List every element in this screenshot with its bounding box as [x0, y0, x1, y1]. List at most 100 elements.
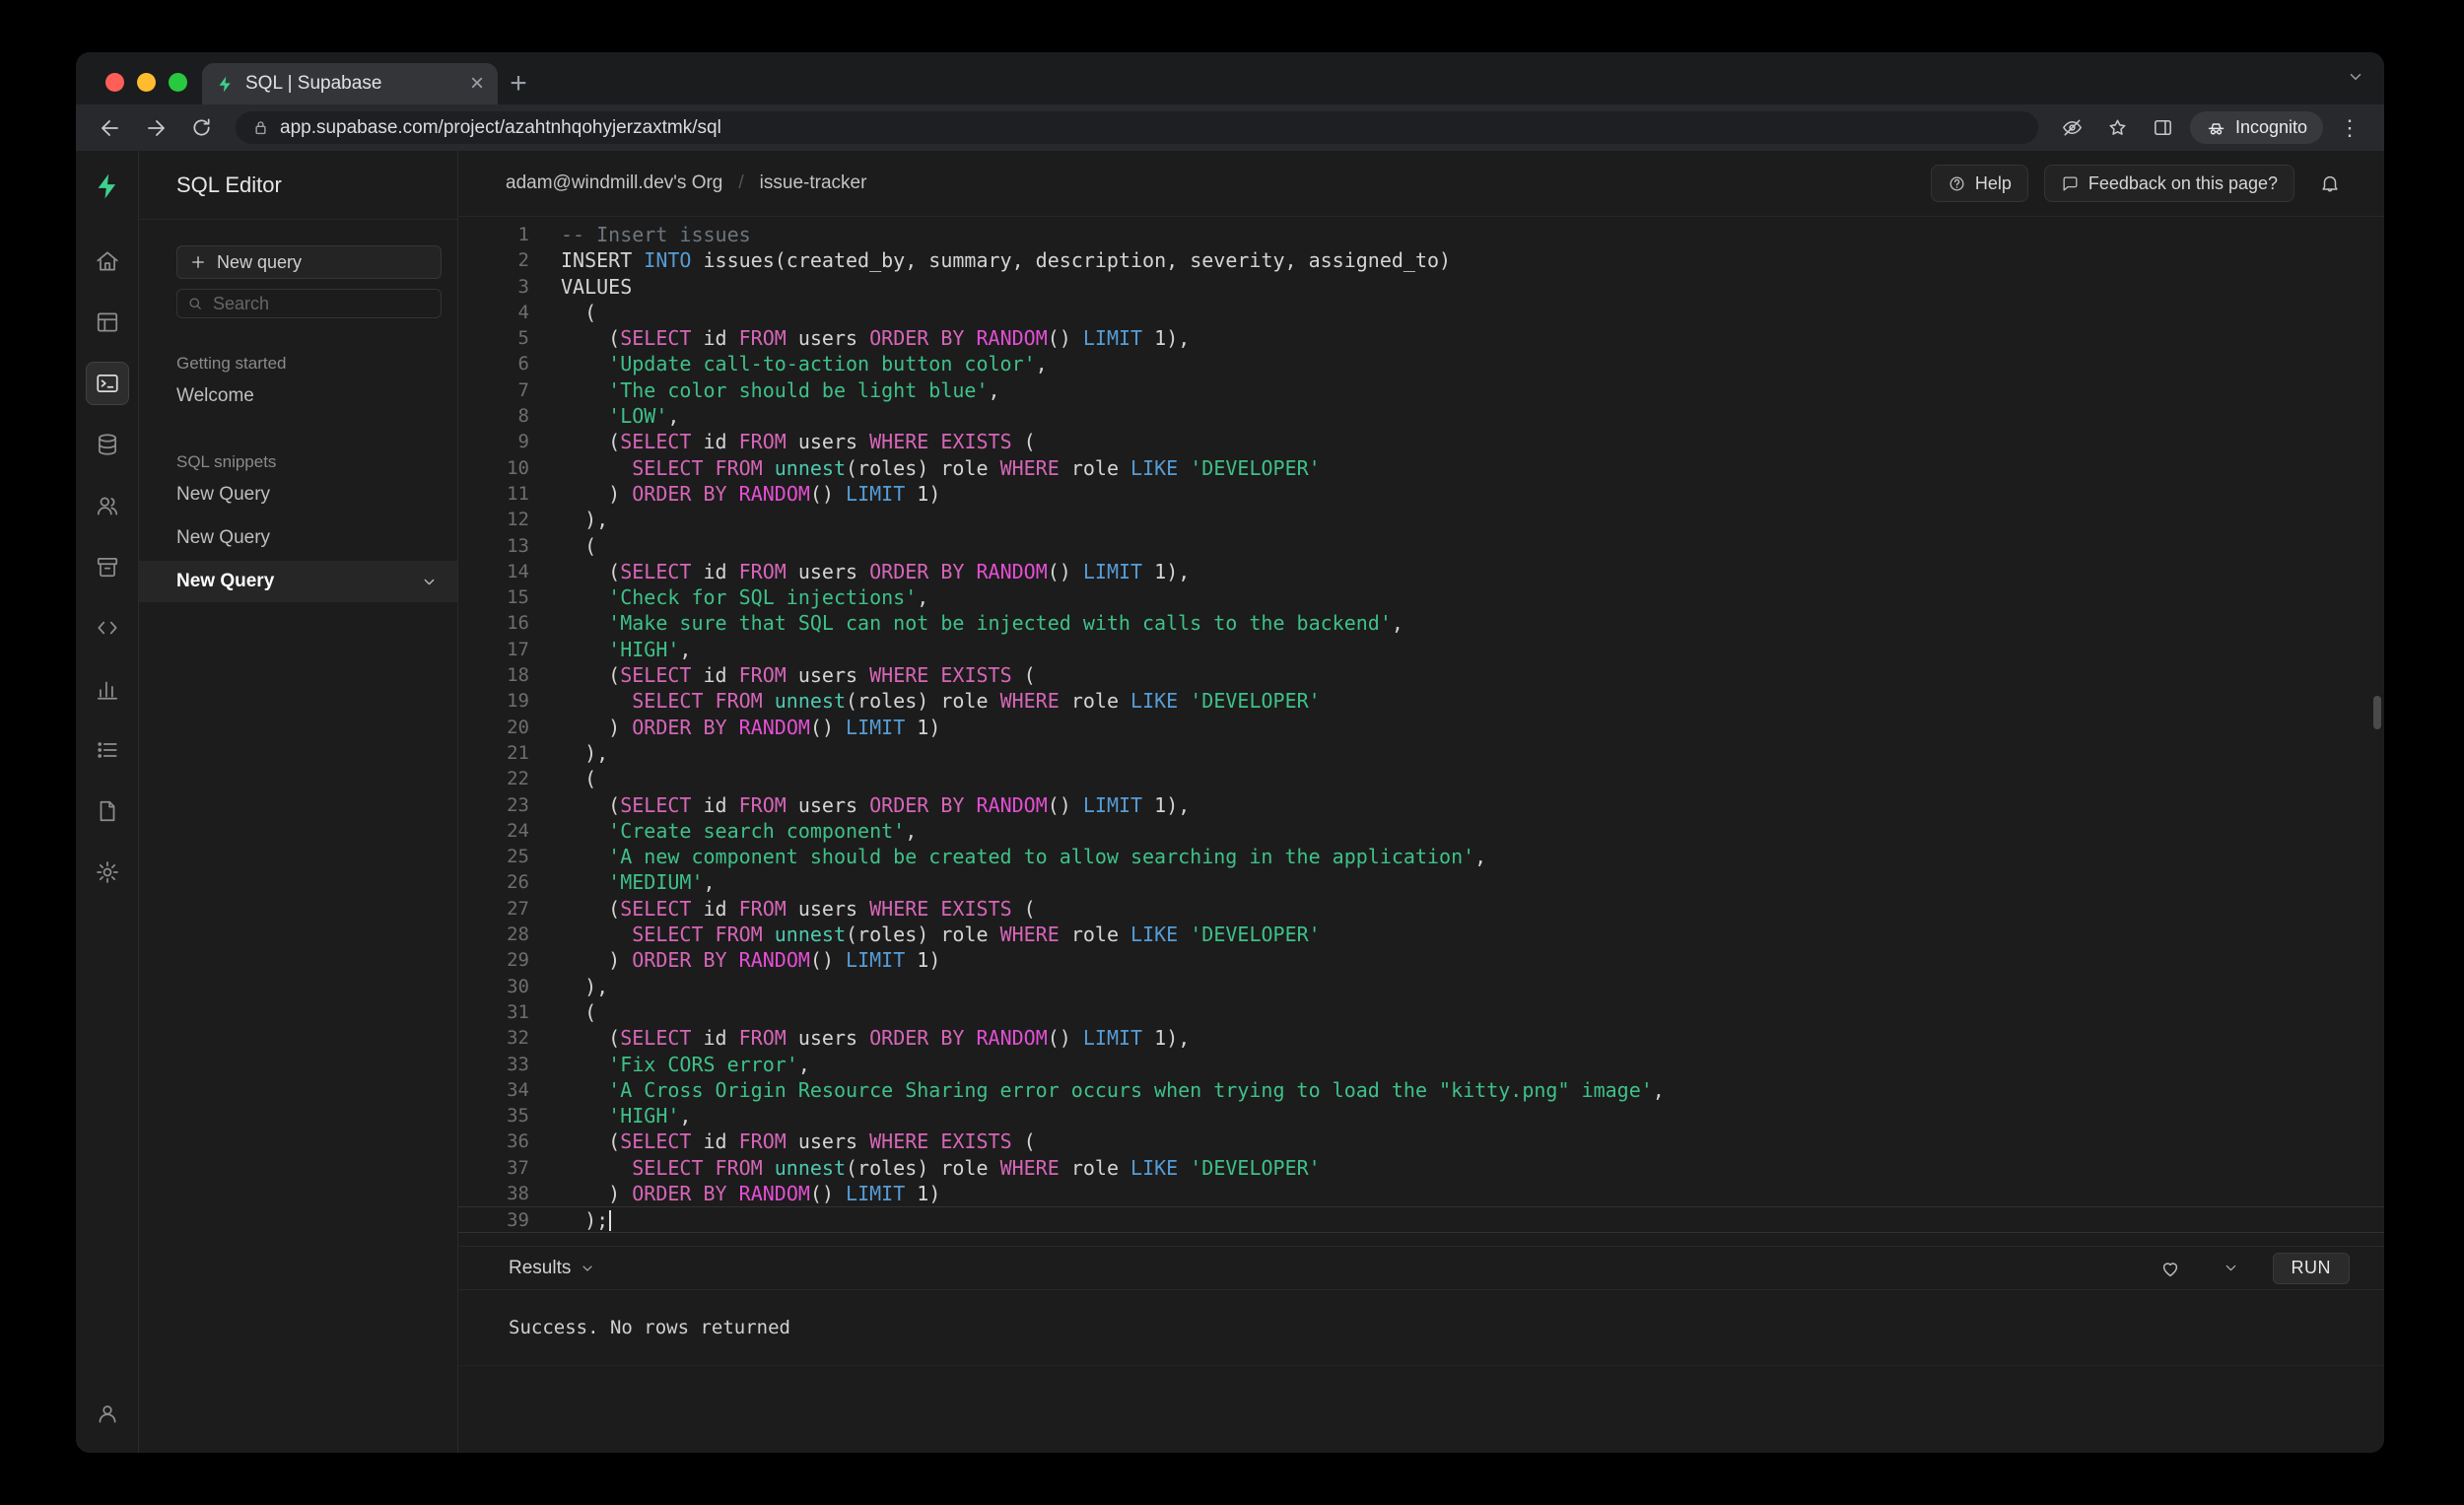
forward-button[interactable]: [137, 109, 174, 147]
code-line[interactable]: 37 SELECT FROM unnest(roles) role WHERE …: [458, 1155, 2384, 1181]
rail-account-icon[interactable]: [86, 1392, 129, 1435]
back-button[interactable]: [92, 109, 129, 147]
code-line[interactable]: 1 -- Insert issues: [458, 222, 2384, 247]
new-query-button[interactable]: New query: [176, 245, 442, 279]
close-tab-icon[interactable]: ×: [470, 72, 484, 96]
rail-logs-icon[interactable]: [86, 728, 129, 772]
code-line[interactable]: 25 'A new component should be created to…: [458, 844, 2384, 869]
code-line[interactable]: 20 ) ORDER BY RANDOM() LIMIT 1): [458, 715, 2384, 740]
code-line[interactable]: 2 INSERT INTO issues(created_by, summary,…: [458, 247, 2384, 273]
rail-sql-editor-icon[interactable]: [85, 362, 129, 405]
code-line[interactable]: 27 (SELECT id FROM users WHERE EXISTS (: [458, 896, 2384, 922]
line-content: 'HIGH',: [529, 637, 691, 662]
code-line[interactable]: 7 'The color should be light blue',: [458, 377, 2384, 403]
sidebar-item-welcome[interactable]: Welcome: [139, 376, 457, 417]
code-line[interactable]: 35 'HIGH',: [458, 1103, 2384, 1129]
rail-home-icon[interactable]: [86, 239, 129, 283]
code-line[interactable]: 8 'LOW',: [458, 403, 2384, 429]
rail-database-icon[interactable]: [86, 423, 129, 466]
line-number: 36: [507, 1130, 529, 1153]
chevron-down-icon: [582, 1265, 592, 1271]
browser-tab[interactable]: SQL | Supabase ×: [202, 63, 498, 104]
code-line[interactable]: 3 VALUES: [458, 274, 2384, 300]
code-line[interactable]: 9 (SELECT id FROM users WHERE EXISTS (: [458, 429, 2384, 454]
code-token: (): [1047, 559, 1083, 583]
search-input[interactable]: [176, 289, 442, 318]
supabase-logo[interactable]: [86, 167, 129, 206]
line-content: ) ORDER BY RANDOM() LIMIT 1): [529, 1181, 940, 1206]
minimize-window-button[interactable]: [137, 73, 156, 92]
run-button[interactable]: RUN: [2272, 1252, 2350, 1284]
code-line[interactable]: 19 SELECT FROM unnest(roles) role WHERE …: [458, 688, 2384, 714]
code-line[interactable]: 28 SELECT FROM unnest(roles) role WHERE …: [458, 922, 2384, 947]
code-line[interactable]: 36 (SELECT id FROM users WHERE EXISTS (: [458, 1129, 2384, 1154]
code-line[interactable]: 33 'Fix CORS error',: [458, 1052, 2384, 1077]
code-line[interactable]: 23 (SELECT id FROM users ORDER BY RANDOM…: [458, 792, 2384, 818]
code-line[interactable]: 32 (SELECT id FROM users ORDER BY RANDOM…: [458, 1025, 2384, 1051]
code-line[interactable]: 22 (: [458, 766, 2384, 791]
code-line[interactable]: 10 SELECT FROM unnest(roles) role WHERE …: [458, 455, 2384, 481]
new-tab-button[interactable]: +: [498, 63, 539, 104]
code-line[interactable]: 6 'Update call-to-action button color',: [458, 351, 2384, 376]
code-line[interactable]: 21 ),: [458, 740, 2384, 766]
code-token: SELECT: [632, 1155, 704, 1180]
code-line[interactable]: 18 (SELECT id FROM users WHERE EXISTS (: [458, 662, 2384, 688]
code-line[interactable]: 14 (SELECT id FROM users ORDER BY RANDOM…: [458, 559, 2384, 584]
code-line[interactable]: 17 'HIGH',: [458, 637, 2384, 662]
close-window-button[interactable]: [105, 73, 124, 92]
tab-search-chevron-icon[interactable]: [2347, 68, 2364, 91]
results-toggle[interactable]: Results: [509, 1258, 595, 1279]
rail-api-docs-icon[interactable]: [86, 789, 129, 833]
notifications-bell-icon[interactable]: [2310, 164, 2350, 203]
rail-settings-gear-icon[interactable]: [86, 851, 129, 894]
breadcrumb-org[interactable]: adam@windmill.dev's Org: [506, 172, 722, 194]
editor-scrollbar-thumb[interactable]: [2373, 696, 2381, 729]
favorite-heart-icon[interactable]: [2151, 1249, 2190, 1288]
code-line[interactable]: 30 ),: [458, 974, 2384, 999]
zoom-window-button[interactable]: [169, 73, 187, 92]
chevron-down-icon[interactable]: [421, 574, 438, 590]
code-line[interactable]: 11 ) ORDER BY RANDOM() LIMIT 1): [458, 481, 2384, 507]
code-line[interactable]: 39 );: [458, 1206, 2384, 1233]
side-panel-icon[interactable]: [2145, 109, 2182, 147]
feedback-button[interactable]: Feedback on this page?: [2043, 165, 2294, 202]
browser-menu-kebab-icon[interactable]: ⋮: [2331, 109, 2368, 147]
code-line[interactable]: 38 ) ORDER BY RANDOM() LIMIT 1): [458, 1181, 2384, 1206]
code-token: (roles) role: [846, 455, 1000, 480]
code-line[interactable]: 15 'Check for SQL injections',: [458, 584, 2384, 610]
rail-auth-users-icon[interactable]: [86, 484, 129, 527]
code-token: BY: [940, 326, 965, 351]
sql-code-editor[interactable]: 1 -- Insert issues 2 INSERT INTO issues(cre…: [458, 217, 2384, 1246]
code-line[interactable]: 24 'Create search component',: [458, 818, 2384, 844]
sidebar-item-new-query-3[interactable]: New Query: [139, 561, 457, 602]
line-number: 7: [517, 378, 529, 401]
address-bar[interactable]: app.supabase.com/project/azahtnhqohyjerz…: [236, 111, 2038, 144]
reload-button[interactable]: [182, 109, 220, 147]
code-line[interactable]: 4 (: [458, 300, 2384, 325]
code-line[interactable]: 12 ),: [458, 507, 2384, 532]
bookmark-star-icon[interactable]: [2099, 109, 2137, 147]
rail-edge-functions-icon[interactable]: [86, 606, 129, 650]
code-line[interactable]: 26 'MEDIUM',: [458, 869, 2384, 895]
code-line[interactable]: 34 'A Cross Origin Resource Sharing erro…: [458, 1077, 2384, 1103]
code-token: FROM: [715, 689, 763, 714]
code-token: 1): [905, 1181, 941, 1205]
code-line[interactable]: 13 (: [458, 533, 2384, 559]
help-button[interactable]: Help: [1930, 165, 2028, 202]
code-line[interactable]: 16 'Make sure that SQL can not be inject…: [458, 610, 2384, 636]
run-options-chevron-icon[interactable]: [2212, 1249, 2251, 1288]
rail-reports-icon[interactable]: [86, 667, 129, 711]
eye-off-icon[interactable]: [2054, 109, 2091, 147]
rail-storage-icon[interactable]: [86, 545, 129, 588]
rail-table-editor-icon[interactable]: [86, 301, 129, 344]
code-line[interactable]: 31 (: [458, 999, 2384, 1025]
code-line[interactable]: 5 (SELECT id FROM users ORDER BY RANDOM(…: [458, 325, 2384, 351]
sidebar-item-new-query-2[interactable]: New Query: [139, 517, 457, 559]
breadcrumb-project[interactable]: issue-tracker: [760, 172, 867, 194]
code-token: SELECT: [620, 1026, 692, 1051]
code-line[interactable]: 29 ) ORDER BY RANDOM() LIMIT 1): [458, 947, 2384, 973]
sidebar-item-new-query-1[interactable]: New Query: [139, 474, 457, 515]
